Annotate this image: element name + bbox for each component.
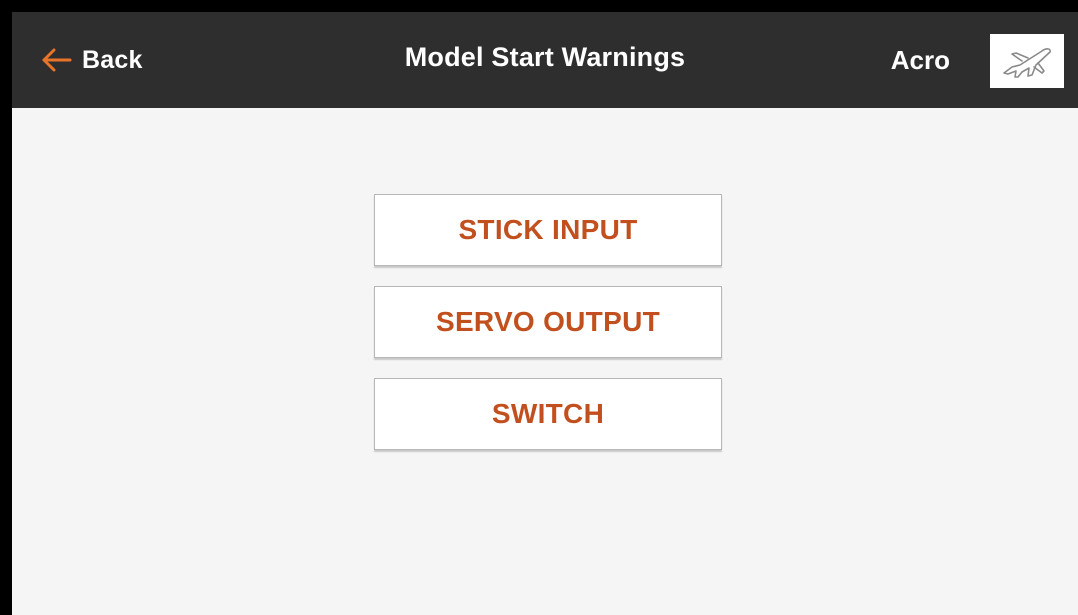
servo-output-label: SERVO OUTPUT — [435, 306, 660, 337]
model-type-button[interactable] — [990, 34, 1064, 88]
switch-button[interactable]: SWITCH — [374, 378, 722, 450]
switch-label: SWITCH — [491, 398, 605, 429]
stick-input-label: STICK INPUT — [458, 214, 638, 245]
title-bar: Back Model Start Warnings Acro — [12, 12, 1078, 108]
servo-output-button[interactable]: SERVO OUTPUT — [374, 286, 722, 358]
stick-input-button[interactable]: STICK INPUT — [374, 194, 722, 266]
screen: Back Model Start Warnings Acro STICK INP… — [12, 12, 1078, 615]
airplane-icon — [1003, 48, 1051, 78]
warning-button-list: STICK INPUT SERVO OUTPUT SWITCH — [374, 194, 724, 470]
model-type-label: Acro — [890, 45, 950, 75]
